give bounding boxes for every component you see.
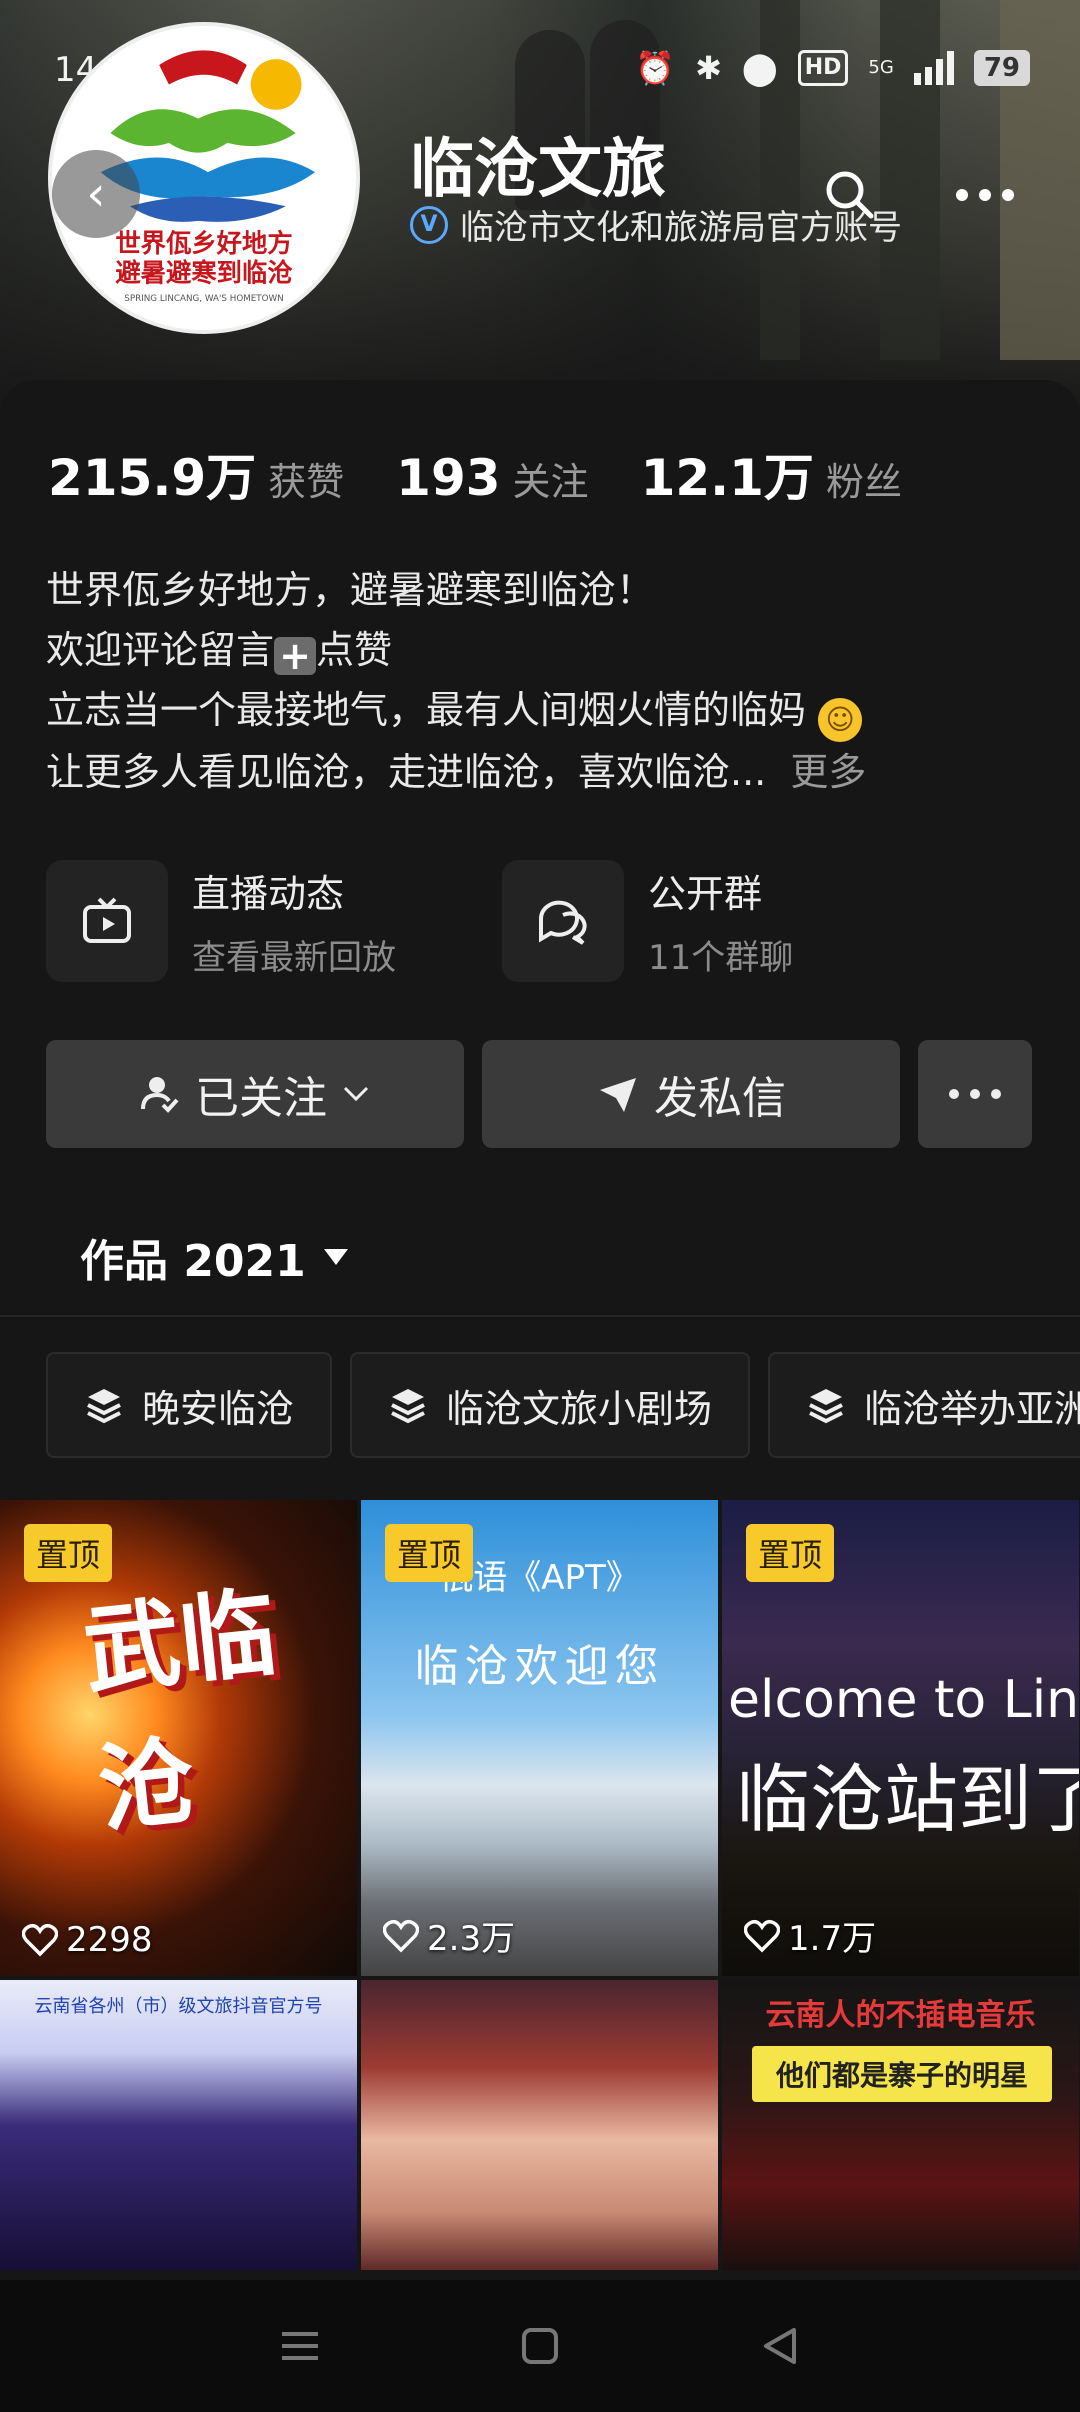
bluetooth-icon: ✱	[695, 49, 722, 87]
live-entry-title: 直播动态	[192, 872, 345, 916]
more-actions-button[interactable]	[918, 1040, 1032, 1148]
live-entry[interactable]: 直播动态 查看最新回放	[46, 860, 396, 982]
verified-icon: V	[410, 205, 448, 244]
heart-icon	[383, 1919, 419, 1952]
group-entry[interactable]: 公开群 11个群聊	[502, 860, 793, 982]
message-button[interactable]: 发私信	[482, 1040, 900, 1148]
chevron-down-icon	[343, 1086, 369, 1102]
heart-icon	[22, 1923, 58, 1957]
message-label: 发私信	[654, 1073, 786, 1124]
video-tile[interactable]: elcome to Linca 临沧站到了 置顶 1.7万	[722, 1500, 1079, 1976]
avatar-text-sub: 避暑避寒到临沧	[115, 257, 293, 287]
bio[interactable]: 世界佤乡好地方，避暑避寒到临沧！ 欢迎评论留言 + 点赞 立志当一个最接地气，最有人…	[46, 560, 1046, 802]
video-likes: 2.3万	[383, 1911, 515, 1960]
heart-icon	[744, 1919, 780, 1952]
stat-likes[interactable]: 215.9万 获赞	[48, 438, 344, 510]
smile-emoji-icon: ☺	[818, 698, 863, 742]
likes-count: 215.9万	[48, 449, 257, 507]
video-title: 云南省各州（市）级文旅抖音官方号	[34, 1996, 323, 2017]
layers-icon	[87, 1389, 121, 1424]
layers-icon	[809, 1389, 843, 1424]
video-likes: 1.7万	[744, 1911, 876, 1960]
signal-icon	[913, 51, 954, 85]
user-check-icon	[141, 1077, 179, 1113]
chat-bubbles-icon	[502, 860, 624, 982]
location-icon: ⬤	[741, 49, 778, 87]
following-count: 193	[396, 449, 501, 507]
group-entry-sub: 11个群聊	[648, 938, 794, 978]
pinned-badge: 置顶	[746, 1524, 835, 1582]
pinned-badge: 置顶	[385, 1524, 474, 1582]
system-nav-bar	[0, 2280, 1080, 2412]
video-subtitle: 他们都是寨子的明星	[752, 2046, 1052, 2102]
followers-label: 粉丝	[825, 460, 902, 504]
video-tile[interactable]: 佤语《APT》 临沧欢迎您 置顶 2.3万	[361, 1500, 718, 1976]
hd-icon: HD	[797, 50, 849, 86]
video-title: elcome to Linca	[728, 1670, 1079, 1730]
avatar-text-main: 世界佤乡好地方	[115, 228, 292, 258]
battery-icon: 79	[973, 50, 1030, 86]
video-tile[interactable]: 云南人的不插电音乐 他们都是寨子的明星	[722, 1980, 1079, 2270]
video-tile[interactable]: 武临沧 置顶 2298	[0, 1500, 357, 1976]
status-icons: ⏰ ✱ ⬤ HD 5G 79	[635, 48, 1030, 88]
more-dots-icon	[949, 1089, 1001, 1099]
bio-more-link[interactable]: 更多	[790, 750, 866, 794]
send-icon	[600, 1078, 636, 1112]
caret-down-icon	[323, 1249, 348, 1265]
network-type: 5G	[868, 57, 894, 78]
video-likes: 2298	[22, 1920, 153, 1960]
bio-line-4: 让更多人看见临沧，走进临沧，喜欢临沧... 更多	[46, 750, 867, 794]
video-subtitle: 临沧欢迎您	[414, 1641, 665, 1692]
divider	[0, 1315, 1080, 1317]
video-title: 云南人的不插电音乐	[765, 1998, 1036, 2033]
video-subtitle: 临沧站到了	[736, 1757, 1079, 1843]
group-entry-title: 公开群	[648, 872, 763, 916]
stats-row: 215.9万 获赞 193 关注 12.1万 粉丝	[48, 438, 902, 510]
live-entry-sub: 查看最新回放	[192, 938, 396, 978]
collection-chip[interactable]: 临沧举办亚洲	[768, 1352, 1080, 1458]
video-grid: 武临沧 置顶 2298 佤语《APT》 临沧欢迎您 置顶 2.3万 elcome…	[0, 1500, 1080, 2270]
stat-followers[interactable]: 12.1万 粉丝	[641, 438, 902, 510]
home-icon[interactable]	[505, 2311, 575, 2381]
plus-emoji-icon: +	[274, 637, 317, 675]
more-dots-icon[interactable]	[950, 160, 1020, 230]
video-tile[interactable]: 云南省各州（市）级文旅抖音官方号	[0, 1980, 357, 2270]
back-arrow-icon[interactable]: ‹	[52, 150, 140, 238]
tv-icon	[46, 860, 168, 982]
avatar-text-en: SPRING LINCANG, WA'S HOMETOWN	[124, 294, 283, 304]
followed-button[interactable]: 已关注	[46, 1040, 464, 1148]
followers-count: 12.1万	[640, 449, 814, 507]
bio-line-3: 立志当一个最接地气，最有人间烟火情的临妈 ☺	[46, 680, 1046, 742]
works-tab-label: 作品 2021	[80, 1236, 306, 1287]
back-icon[interactable]	[745, 2311, 815, 2381]
video-tile[interactable]	[361, 1980, 718, 2270]
bio-line-1: 世界佤乡好地方，避暑避寒到临沧！	[46, 568, 655, 612]
video-title: 武临沧	[78, 1576, 282, 1847]
collection-chip[interactable]: 临沧文旅小剧场	[350, 1352, 751, 1458]
bio-line-2: 欢迎评论留言 + 点赞	[46, 628, 393, 678]
following-label: 关注	[512, 460, 589, 504]
profile-name: 临沧文旅	[410, 133, 666, 207]
menu-icon[interactable]	[265, 2311, 335, 2381]
layers-icon	[391, 1389, 425, 1424]
alarm-icon: ⏰	[635, 49, 676, 87]
search-icon[interactable]	[815, 160, 885, 230]
collections-row: 晚安临沧 临沧文旅小剧场 临沧举办亚洲	[46, 1352, 1080, 1458]
stat-following[interactable]: 193 关注	[396, 449, 588, 507]
works-tab[interactable]: 作品 2021	[80, 1225, 350, 1289]
collection-chip[interactable]: 晚安临沧	[46, 1352, 333, 1458]
pinned-badge: 置顶	[24, 1524, 113, 1582]
likes-label: 获赞	[268, 460, 345, 504]
followed-label: 已关注	[195, 1073, 327, 1124]
